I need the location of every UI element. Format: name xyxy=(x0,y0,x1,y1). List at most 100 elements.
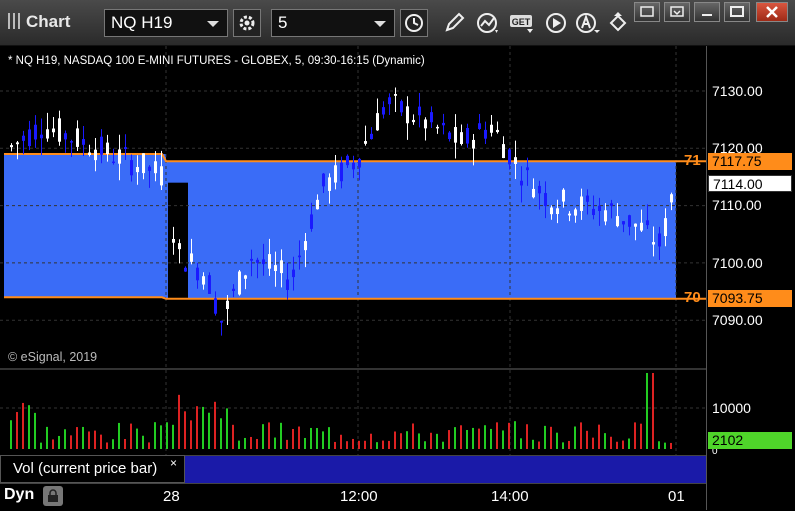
candle-body xyxy=(490,124,493,133)
price-tick: 7110.00 xyxy=(712,197,762,213)
volume-bar xyxy=(634,422,636,449)
symbol-value: NQ H19 xyxy=(111,13,173,32)
maximize-button[interactable] xyxy=(724,2,750,22)
candle-body xyxy=(526,167,529,171)
candle-body xyxy=(190,253,193,262)
candle-body xyxy=(70,141,73,143)
dynamic-mode-label[interactable]: Dyn xyxy=(4,486,34,504)
lower-level-tag: 70 xyxy=(684,289,701,306)
volume-bar xyxy=(490,428,492,449)
candle-body xyxy=(568,213,571,216)
volume-bar xyxy=(136,428,138,449)
candle-body xyxy=(112,161,115,164)
price-pane[interactable] xyxy=(0,46,706,368)
chevron-down-icon[interactable] xyxy=(374,21,386,27)
volume-bar xyxy=(160,425,162,449)
settings-button[interactable] xyxy=(233,9,261,37)
pin-window-button[interactable] xyxy=(634,2,660,22)
candle-body xyxy=(28,129,31,147)
volume-legend-strip xyxy=(185,455,706,483)
volume-chart[interactable] xyxy=(0,370,706,455)
volume-bar xyxy=(658,441,660,449)
level-zone xyxy=(166,161,676,299)
volume-bar xyxy=(178,394,180,449)
play-button[interactable] xyxy=(542,9,570,37)
volume-bar xyxy=(370,433,372,449)
lock-icon xyxy=(48,489,58,502)
candle-body xyxy=(430,112,433,123)
candle-body xyxy=(598,205,601,212)
volume-bar xyxy=(394,431,396,449)
candle-body xyxy=(538,185,541,194)
candle-body xyxy=(556,208,559,215)
volume-bar xyxy=(406,431,408,449)
candle-body xyxy=(334,165,337,183)
volume-bar xyxy=(532,439,534,449)
pencil-icon xyxy=(445,12,465,32)
volume-pane[interactable] xyxy=(0,370,706,455)
candle-body xyxy=(370,133,373,140)
tools-button[interactable] xyxy=(604,9,632,37)
lock-button[interactable] xyxy=(43,486,63,506)
draw-button[interactable] xyxy=(440,9,468,37)
chevron-down-icon[interactable] xyxy=(207,21,219,27)
line-chart-icon xyxy=(477,13,498,33)
volume-bar xyxy=(148,442,150,449)
candle-body xyxy=(532,188,535,198)
close-button[interactable] xyxy=(756,2,788,22)
candle-body xyxy=(628,215,631,227)
svg-text:GET: GET xyxy=(512,17,531,27)
get-button[interactable]: GET xyxy=(508,9,536,37)
candle-body xyxy=(244,275,247,279)
candle-body xyxy=(442,122,445,126)
grip-icon[interactable] xyxy=(8,13,22,29)
volume-bar xyxy=(418,433,420,449)
volume-bar xyxy=(628,438,630,449)
volume-bar xyxy=(424,441,426,449)
minimize-button[interactable] xyxy=(694,2,720,22)
volume-bar xyxy=(34,412,36,449)
app-title: Chart xyxy=(8,12,70,32)
candle-body xyxy=(460,132,463,145)
volume-bar xyxy=(460,425,462,449)
volume-bar xyxy=(562,442,564,449)
studies-button[interactable] xyxy=(474,9,502,37)
price-chart[interactable] xyxy=(0,46,706,368)
candle-body xyxy=(610,203,613,206)
candle-body xyxy=(16,142,19,145)
alerts-button[interactable] xyxy=(574,9,602,37)
symbol-combo[interactable]: NQ H19 xyxy=(104,9,228,37)
candle-body xyxy=(148,166,151,171)
candle-body xyxy=(130,160,133,176)
candle-body xyxy=(10,145,13,148)
candle-body xyxy=(364,141,367,144)
candle-body xyxy=(250,258,253,261)
volume-bar xyxy=(622,440,624,449)
candle-body xyxy=(46,129,49,139)
restore-window-button[interactable] xyxy=(664,2,690,22)
volume-bar xyxy=(16,412,18,449)
candle-body xyxy=(58,118,61,142)
volume-bar xyxy=(244,437,246,449)
minimize-icon xyxy=(702,14,712,16)
volume-bar xyxy=(208,412,210,449)
volume-bar xyxy=(298,426,300,449)
time-button[interactable] xyxy=(400,9,428,37)
volume-bar xyxy=(28,405,30,449)
volume-bar xyxy=(598,424,600,449)
candle-body xyxy=(34,124,37,140)
candle-body xyxy=(82,139,85,145)
candle-body xyxy=(352,162,355,170)
close-icon[interactable]: × xyxy=(170,456,177,470)
volume-bar xyxy=(46,426,48,449)
interval-combo[interactable]: 5 xyxy=(271,9,395,37)
volume-bar xyxy=(274,437,276,449)
candle-body xyxy=(160,166,163,186)
volume-bar xyxy=(388,440,390,449)
volume-bar xyxy=(604,433,606,449)
candle-body xyxy=(544,193,547,206)
volume-bar xyxy=(508,422,510,449)
candle-body xyxy=(310,214,313,229)
volume-tick: 10000 xyxy=(712,400,751,416)
candle-body xyxy=(472,139,475,149)
